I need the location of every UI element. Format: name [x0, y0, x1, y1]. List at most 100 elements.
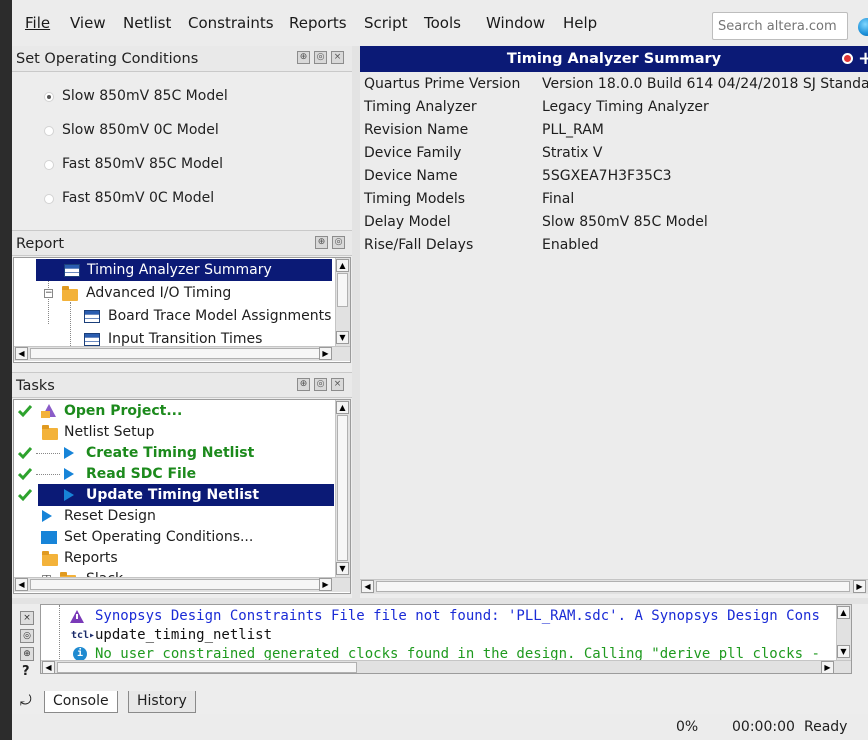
task-netlist-setup[interactable]: Netlist Setup	[38, 421, 334, 443]
menu-window[interactable]: Window	[486, 14, 545, 32]
summary-row: Revision Name PLL_RAM	[364, 122, 604, 138]
summary-row: Timing Models Final	[364, 191, 575, 207]
open-project-icon	[41, 404, 56, 418]
warning-icon	[70, 610, 84, 623]
summary-title-bar: Timing Analyzer Summary +	[360, 46, 868, 72]
scroll-down-icon[interactable]: ▼	[336, 331, 349, 344]
pin-icon[interactable]: ⊕	[297, 378, 310, 391]
play-icon	[64, 447, 74, 459]
scroll-right-icon[interactable]: ▶	[319, 347, 332, 360]
menu-file[interactable]: File	[25, 14, 50, 32]
float-icon[interactable]: ◎	[314, 51, 327, 64]
menu-script[interactable]: Script	[364, 14, 408, 32]
scroll-right-icon[interactable]: ▶	[319, 578, 332, 591]
menu-netlist[interactable]: Netlist	[123, 14, 171, 32]
menu-constraints[interactable]: Constraints	[188, 14, 274, 32]
report-header: Report ⊕ ◎	[12, 230, 352, 256]
tasks-header: Tasks ⊕ ◎ ×	[12, 372, 352, 398]
conditions-icon	[41, 531, 57, 544]
info-icon: i	[73, 647, 87, 661]
menu-bar: File View Netlist Constraints Reports Sc…	[12, 0, 868, 46]
report-title: Report	[16, 236, 65, 252]
menu-reports[interactable]: Reports	[289, 14, 347, 32]
collapse-icon[interactable]: −	[44, 289, 53, 298]
scroll-thumb[interactable]	[337, 415, 348, 561]
pin-icon[interactable]: ⊕	[20, 647, 34, 661]
tab-console[interactable]: Console	[44, 691, 118, 713]
float-icon[interactable]: ◎	[332, 236, 345, 249]
folder-icon	[62, 286, 78, 301]
operating-conditions-panel: Slow 850mV 85C Model Slow 850mV 0C Model…	[12, 72, 352, 230]
close-icon[interactable]: ×	[331, 378, 344, 391]
summary-row: Quartus Prime Version Version 18.0.0 Buil…	[364, 76, 868, 92]
scroll-left-icon[interactable]: ◀	[42, 661, 55, 673]
progress-text: 0%	[676, 719, 699, 735]
close-icon[interactable]: ×	[331, 51, 344, 64]
radio-icon[interactable]	[44, 194, 54, 204]
radio-icon[interactable]	[44, 160, 54, 170]
menu-view[interactable]: View	[70, 14, 106, 32]
scroll-up-icon[interactable]: ▲	[837, 606, 850, 619]
scroll-down-icon[interactable]: ▼	[837, 645, 850, 658]
tasks-horizontal-scrollbar[interactable]: ◀ ▶	[14, 577, 350, 592]
tasks-vertical-scrollbar[interactable]: ▲ ▼	[335, 400, 350, 577]
scroll-thumb[interactable]	[30, 579, 320, 590]
add-icon[interactable]: +	[858, 46, 868, 72]
float-icon[interactable]: ◎	[314, 378, 327, 391]
scroll-thumb[interactable]	[57, 662, 357, 673]
report-horizontal-scrollbar[interactable]: ◀ ▶	[14, 346, 350, 361]
scroll-down-icon[interactable]: ▼	[336, 562, 349, 575]
scroll-thumb[interactable]	[337, 273, 348, 307]
scroll-up-icon[interactable]: ▲	[336, 401, 349, 414]
task-set-operating-conditions[interactable]: Set Operating Conditions...	[38, 526, 334, 548]
tab-history[interactable]: History	[128, 691, 196, 713]
console-vertical-scrollbar[interactable]: ▲ ▼	[836, 605, 851, 660]
help-icon[interactable]: ?	[22, 664, 30, 679]
task-reset-design[interactable]: Reset Design	[38, 505, 334, 527]
close-report-icon[interactable]	[842, 53, 853, 64]
summary-row: Device Name 5SGXEA7H3F35C3	[364, 168, 672, 184]
window-left-edge	[0, 0, 12, 740]
console-horizontal-scrollbar[interactable]: ◀ ▶	[41, 660, 851, 673]
pin-icon[interactable]: ⊕	[315, 236, 328, 249]
undock-icon[interactable]: ⤾	[20, 693, 32, 709]
scroll-right-icon[interactable]: ▶	[853, 580, 866, 593]
console-panel: Synopsys Design Constraints File file no…	[40, 604, 852, 674]
task-create-timing-netlist[interactable]: Create Timing Netlist	[38, 442, 334, 464]
scroll-thumb[interactable]	[376, 581, 850, 592]
task-open-project[interactable]: Open Project...	[38, 400, 334, 422]
summary-row: Timing Analyzer Legacy Timing Analyzer	[364, 99, 709, 115]
pin-icon[interactable]: ⊕	[297, 51, 310, 64]
scroll-up-icon[interactable]: ▲	[336, 259, 349, 272]
menu-help[interactable]: Help	[563, 14, 597, 32]
checkmark-icon	[18, 447, 32, 460]
report-tree: Timing Analyzer Summary − Advanced I/O T…	[13, 257, 351, 363]
vertical-splitter[interactable]	[352, 46, 360, 598]
report-item-advanced-io[interactable]: − Advanced I/O Timing	[36, 282, 332, 304]
radio-selected-icon[interactable]	[44, 92, 54, 102]
float-icon[interactable]: ◎	[20, 629, 34, 643]
search-input[interactable]	[712, 12, 848, 40]
summary-row: Rise/Fall Delays Enabled	[364, 237, 599, 253]
scroll-left-icon[interactable]: ◀	[15, 347, 28, 360]
close-icon[interactable]: ×	[20, 611, 34, 625]
report-item-summary[interactable]: Timing Analyzer Summary	[36, 259, 332, 281]
menu-tools[interactable]: Tools	[424, 14, 461, 32]
task-reports[interactable]: Reports	[38, 547, 334, 569]
scroll-left-icon[interactable]: ◀	[361, 580, 374, 593]
report-vertical-scrollbar[interactable]: ▲ ▼	[335, 258, 350, 346]
radio-icon[interactable]	[44, 126, 54, 136]
status-bar: 0% 00:00:00 Ready	[12, 714, 868, 740]
play-icon	[64, 468, 74, 480]
scroll-right-icon[interactable]: ▶	[821, 661, 834, 673]
summary-row: Delay Model Slow 850mV 85C Model	[364, 214, 708, 230]
scroll-thumb[interactable]	[30, 348, 320, 359]
task-update-timing-netlist[interactable]: Update Timing Netlist	[38, 484, 334, 506]
task-read-sdc-file[interactable]: Read SDC File	[38, 463, 334, 485]
globe-icon[interactable]	[858, 18, 868, 36]
operating-conditions-title: Set Operating Conditions	[16, 51, 199, 67]
report-item-board-trace[interactable]: Board Trace Model Assignments	[36, 305, 332, 327]
scroll-left-icon[interactable]: ◀	[15, 578, 28, 591]
summary-row: Device Family Stratix V	[364, 145, 603, 161]
summary-horizontal-scrollbar[interactable]: ◀ ▶	[360, 579, 868, 594]
